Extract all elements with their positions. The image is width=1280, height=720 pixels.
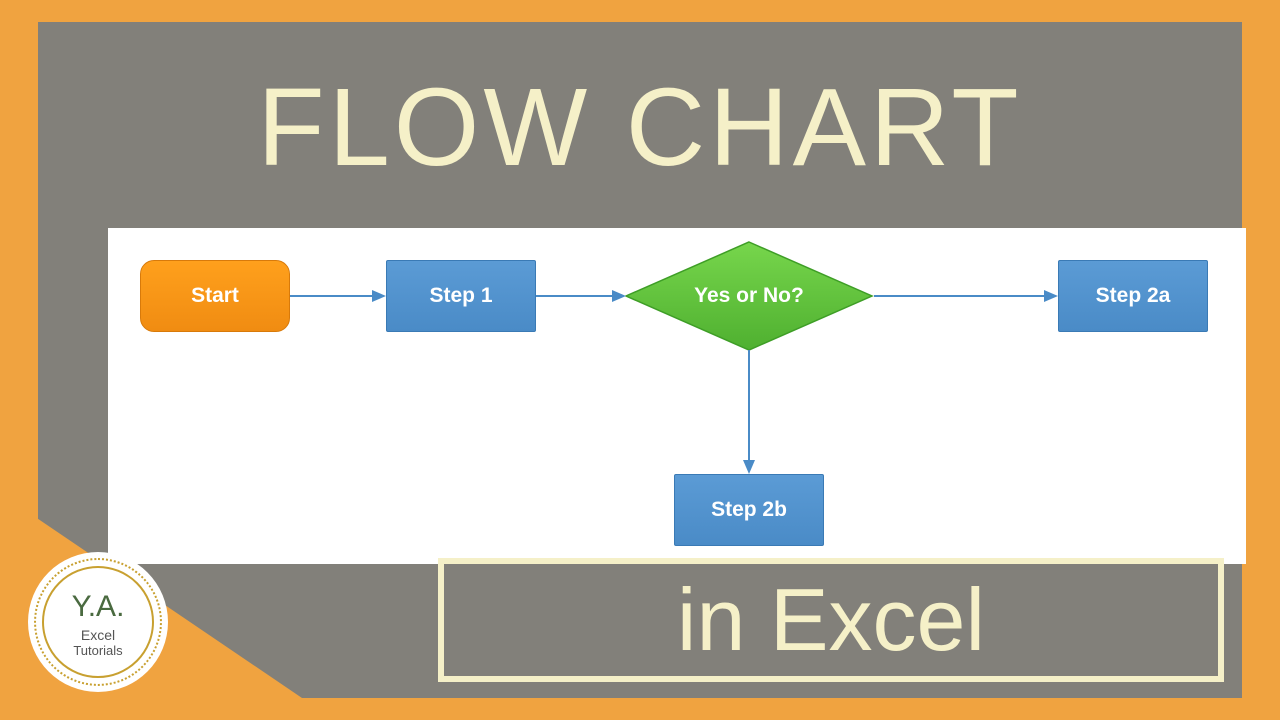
node-step1: Step 1 (386, 260, 536, 332)
arrow-step1-to-decision (536, 288, 626, 304)
arrow-decision-to-step2b (741, 350, 757, 474)
node-start-label: Start (191, 284, 239, 308)
subtitle-text: in Excel (677, 569, 985, 671)
node-step2a: Step 2a (1058, 260, 1208, 332)
arrow-decision-to-step2a (874, 288, 1058, 304)
node-step2a-label: Step 2a (1096, 284, 1171, 308)
node-step2b: Step 2b (674, 474, 824, 546)
arrow-start-to-step1 (290, 288, 386, 304)
main-title: FLOW CHART (38, 64, 1242, 191)
logo-badge: Y.A. Excel Tutorials (28, 552, 168, 692)
node-decision-label: Yes or No? (694, 284, 804, 308)
node-decision: Yes or No? (624, 240, 874, 352)
subtitle-box: in Excel (438, 558, 1224, 682)
node-step1-label: Step 1 (429, 284, 492, 308)
node-step2b-label: Step 2b (711, 498, 787, 522)
logo-ring-inner (42, 566, 154, 678)
node-start: Start (140, 260, 290, 332)
